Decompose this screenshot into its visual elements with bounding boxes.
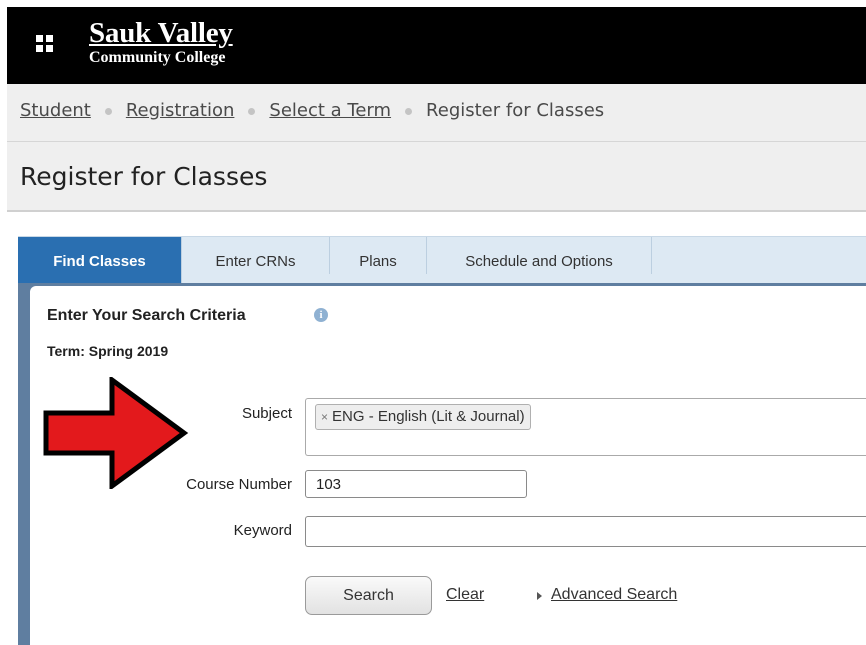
- breadcrumb-bar: Student Registration Select a Term Register…: [7, 84, 866, 142]
- tab-enter-crns[interactable]: Enter CRNs: [182, 237, 330, 274]
- breadcrumb: Student Registration Select a Term Register…: [20, 100, 604, 121]
- breadcrumb-select-term[interactable]: Select a Term: [269, 100, 391, 121]
- subject-label: Subject: [241, 405, 292, 422]
- breadcrumb-separator: [405, 107, 413, 115]
- clear-link[interactable]: Clear: [446, 586, 484, 604]
- tab-schedule-options[interactable]: Schedule and Options: [427, 237, 652, 274]
- subject-chip-label: ENG - English (Lit & Journal): [332, 408, 525, 425]
- page-title: Register for Classes: [20, 162, 268, 191]
- advanced-search-link[interactable]: Advanced Search: [551, 586, 677, 604]
- tab-strip: Find Classes Enter CRNs Plans Schedule a…: [18, 236, 866, 290]
- info-icon[interactable]: i: [314, 308, 328, 322]
- term-label: Term: Spring 2019: [47, 343, 169, 359]
- breadcrumb-current: Register for Classes: [426, 100, 605, 121]
- keyword-input[interactable]: [305, 516, 866, 547]
- breadcrumb-separator: [248, 107, 256, 115]
- page-title-bar: Register for Classes: [7, 142, 866, 212]
- search-button[interactable]: Search: [305, 576, 432, 615]
- search-criteria-heading: Enter Your Search Criteria: [47, 307, 246, 324]
- course-number-label: Course Number: [186, 476, 292, 493]
- remove-chip-icon[interactable]: ×: [321, 410, 328, 424]
- top-header: Sauk Valley Community College: [7, 7, 866, 84]
- keyword-label: Keyword: [233, 522, 292, 539]
- breadcrumb-registration[interactable]: Registration: [126, 100, 235, 121]
- subject-chip: × ENG - English (Lit & Journal): [315, 404, 531, 430]
- course-number-input[interactable]: [305, 470, 527, 498]
- college-logo-subtitle: Community College: [89, 49, 226, 66]
- app-menu-grid-icon[interactable]: [36, 35, 53, 52]
- tab-plans[interactable]: Plans: [330, 237, 427, 274]
- breadcrumb-separator: [104, 107, 112, 115]
- college-logo-title[interactable]: Sauk Valley: [89, 17, 233, 49]
- red-arrow-annotation-icon: [43, 377, 189, 489]
- advanced-search-caret-icon: [537, 592, 542, 600]
- subject-multiselect[interactable]: × ENG - English (Lit & Journal): [305, 398, 866, 456]
- breadcrumb-student[interactable]: Student: [20, 100, 91, 121]
- tab-find-classes[interactable]: Find Classes: [18, 237, 182, 284]
